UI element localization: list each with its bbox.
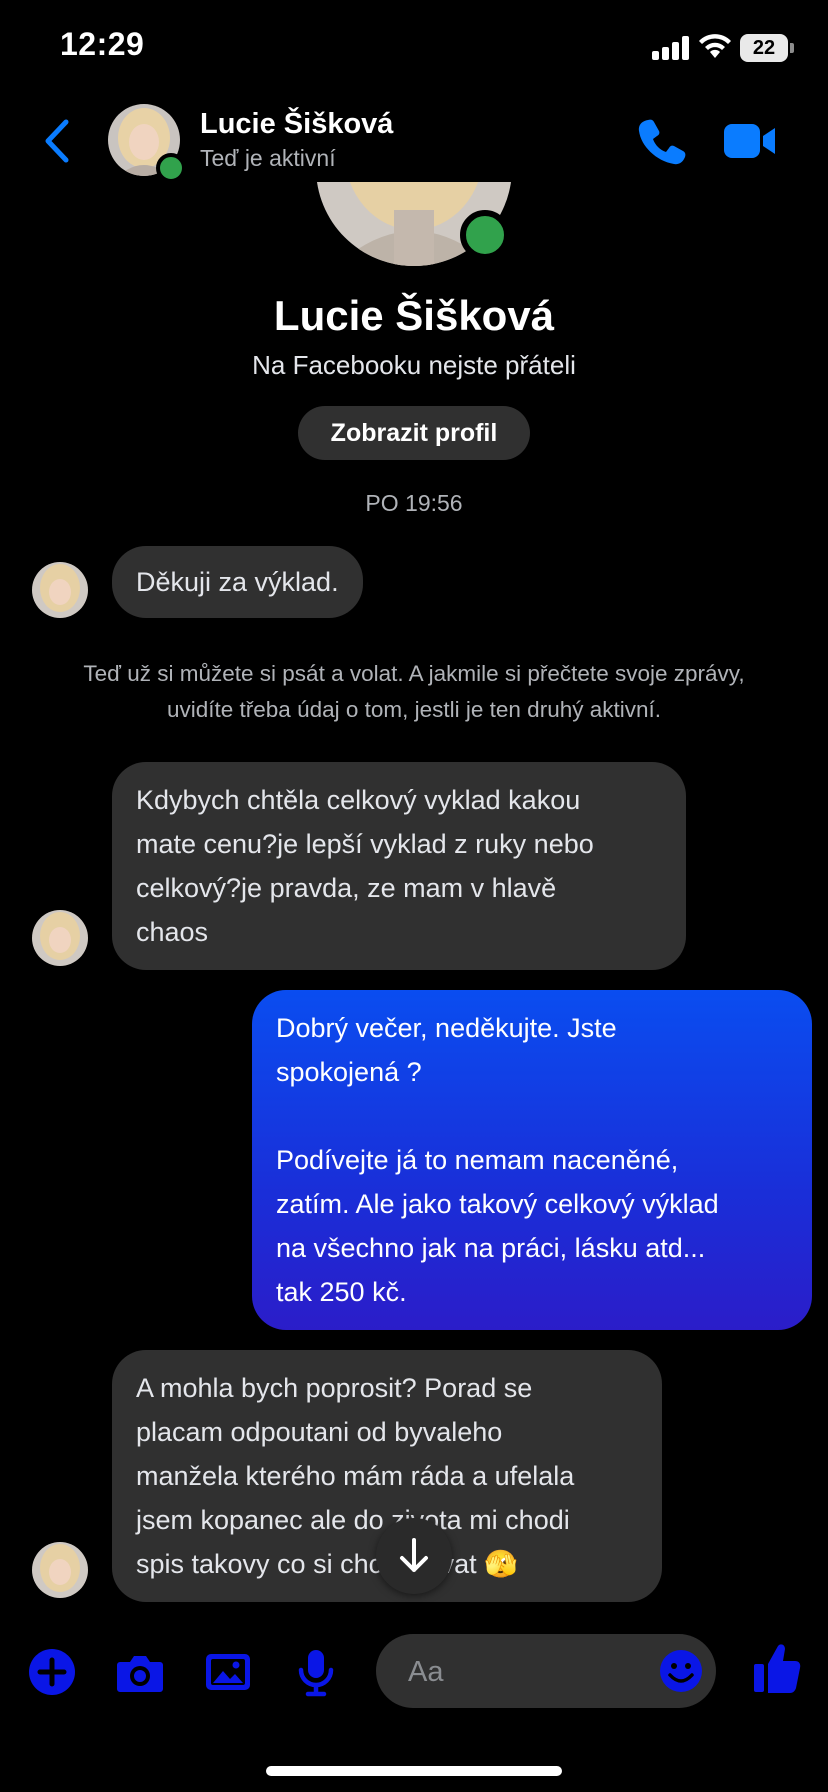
- sender-avatar: [32, 1542, 88, 1598]
- camera-icon[interactable]: [114, 1646, 166, 1698]
- video-call-icon[interactable]: [722, 118, 778, 164]
- contact-name[interactable]: Lucie Šišková: [200, 108, 393, 141]
- home-indicator: [266, 1766, 562, 1776]
- view-profile-button[interactable]: Zobrazit profil: [298, 406, 530, 460]
- cellular-signal-icon: [652, 36, 692, 60]
- message-line: [276, 1094, 788, 1138]
- message-line: Dobrý večer, neděkujte. Jste: [276, 1013, 617, 1043]
- sender-avatar: [32, 562, 88, 618]
- profile-online-dot: [460, 210, 510, 260]
- message-bubble[interactable]: Kdybych chtěla celkový vyklad kakou mate…: [112, 762, 686, 970]
- gallery-icon[interactable]: [202, 1646, 254, 1698]
- online-status-dot: [156, 153, 186, 183]
- message-text: Děkuji za výklad.: [136, 567, 339, 597]
- wifi-icon: [699, 34, 731, 58]
- sender-avatar: [32, 910, 88, 966]
- message-input[interactable]: [406, 1634, 630, 1710]
- message-line: spokojená ?: [276, 1057, 422, 1087]
- message-line: A mohla bych poprosit? Porad se: [136, 1373, 533, 1403]
- phone-call-icon[interactable]: [636, 116, 686, 166]
- plus-icon[interactable]: [26, 1646, 78, 1698]
- battery-tip: [790, 43, 794, 53]
- thumbs-up-icon[interactable]: [752, 1640, 802, 1696]
- message-line: na všechno jak na práci, lásku atd...: [276, 1233, 706, 1263]
- message-line: zatím. Ale jako takový celkový výklad: [276, 1189, 719, 1219]
- message-timestamp: PO 19:56: [365, 490, 463, 516]
- microphone-icon[interactable]: [290, 1646, 342, 1698]
- message-line: tak 250 kč.: [276, 1277, 407, 1307]
- message-line: mate cenu?je lepší vyklad z ruky nebo: [136, 829, 594, 859]
- status-time: 12:29: [60, 26, 145, 62]
- message-line: placam odpoutani od byvaleho: [136, 1417, 503, 1447]
- message-line: Kdybych chtěla celkový vyklad kakou: [136, 785, 581, 815]
- arrow-down-icon: [400, 1538, 428, 1572]
- message-line: Podívejte já to nemam naceněné,: [276, 1145, 679, 1175]
- message-line: chaos: [136, 917, 209, 947]
- contact-activity-status: Teď je aktivní: [200, 145, 336, 171]
- profile-name: Lucie Šišková: [273, 292, 555, 339]
- sent-message-bubble[interactable]: Dobrý večer, neděkujte. Jste spokojená ?…: [252, 990, 812, 1330]
- message-line: manžela kterého mám ráda a ufelala: [136, 1461, 575, 1491]
- friendship-status: Na Facebooku nejste přáteli: [252, 350, 576, 380]
- battery-indicator: 22: [740, 34, 788, 62]
- back-arrow-icon[interactable]: [40, 118, 76, 164]
- emoji-icon[interactable]: [658, 1648, 704, 1694]
- scroll-to-bottom-button[interactable]: [376, 1518, 452, 1594]
- system-notice: Teď už si můžete si psát a volat. A jakm…: [83, 661, 745, 722]
- message-bubble[interactable]: Děkuji za výklad.: [112, 546, 363, 618]
- message-line: celkový?je pravda, ze mam v hlavě: [136, 873, 557, 903]
